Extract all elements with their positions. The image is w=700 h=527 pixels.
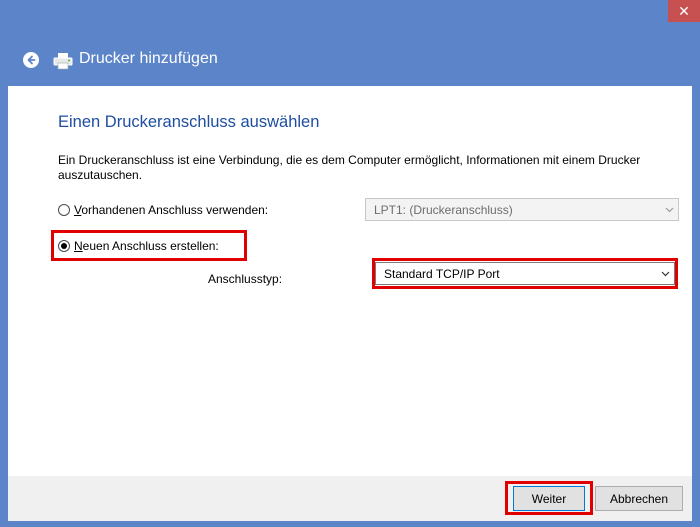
wizard-content: Einen Druckeranschluss auswählen Ein Dru… [8, 86, 692, 476]
radio-new-port-circle[interactable] [58, 240, 70, 252]
title-bar: ✕ [0, 0, 700, 30]
port-type-label: Anschlusstyp: [208, 272, 283, 286]
page-title: Einen Druckeranschluss auswählen [58, 113, 320, 131]
back-button[interactable] [23, 52, 39, 68]
port-type-dropdown[interactable]: Standard TCP/IP Port [375, 262, 675, 285]
wizard-header: Drucker hinzufügen [0, 40, 700, 84]
back-arrow-icon [27, 55, 36, 65]
wizard-footer: Weiter Abbrechen [8, 476, 692, 521]
close-icon: ✕ [678, 2, 690, 19]
existing-port-value: LPT1: (Druckeranschluss) [374, 202, 513, 217]
cancel-button[interactable]: Abbrechen [595, 486, 683, 511]
radio-existing-port-circle[interactable] [58, 204, 70, 216]
existing-port-dropdown: LPT1: (Druckeranschluss) [365, 198, 679, 221]
window-title: Drucker hinzufügen [79, 50, 218, 67]
printer-icon [53, 53, 73, 70]
new-port-label: Neuen Anschluss erstellen: [74, 239, 219, 253]
close-button[interactable]: ✕ [668, 0, 700, 22]
existing-port-label: Vorhandenen Anschluss verwenden: [74, 203, 269, 217]
next-button[interactable]: Weiter [513, 486, 585, 511]
radio-new-port[interactable]: Neuen Anschluss erstellen: [58, 239, 219, 253]
port-type-value: Standard TCP/IP Port [384, 266, 500, 281]
chevron-down-icon [660, 207, 678, 213]
chevron-down-icon [656, 271, 674, 277]
radio-existing-port[interactable]: Vorhandenen Anschluss verwenden: [58, 203, 268, 217]
next-button-label: Weiter [531, 491, 567, 506]
description-text: Ein Druckeranschluss ist eine Verbindung… [58, 153, 641, 182]
cancel-button-label: Abbrechen [609, 491, 669, 506]
